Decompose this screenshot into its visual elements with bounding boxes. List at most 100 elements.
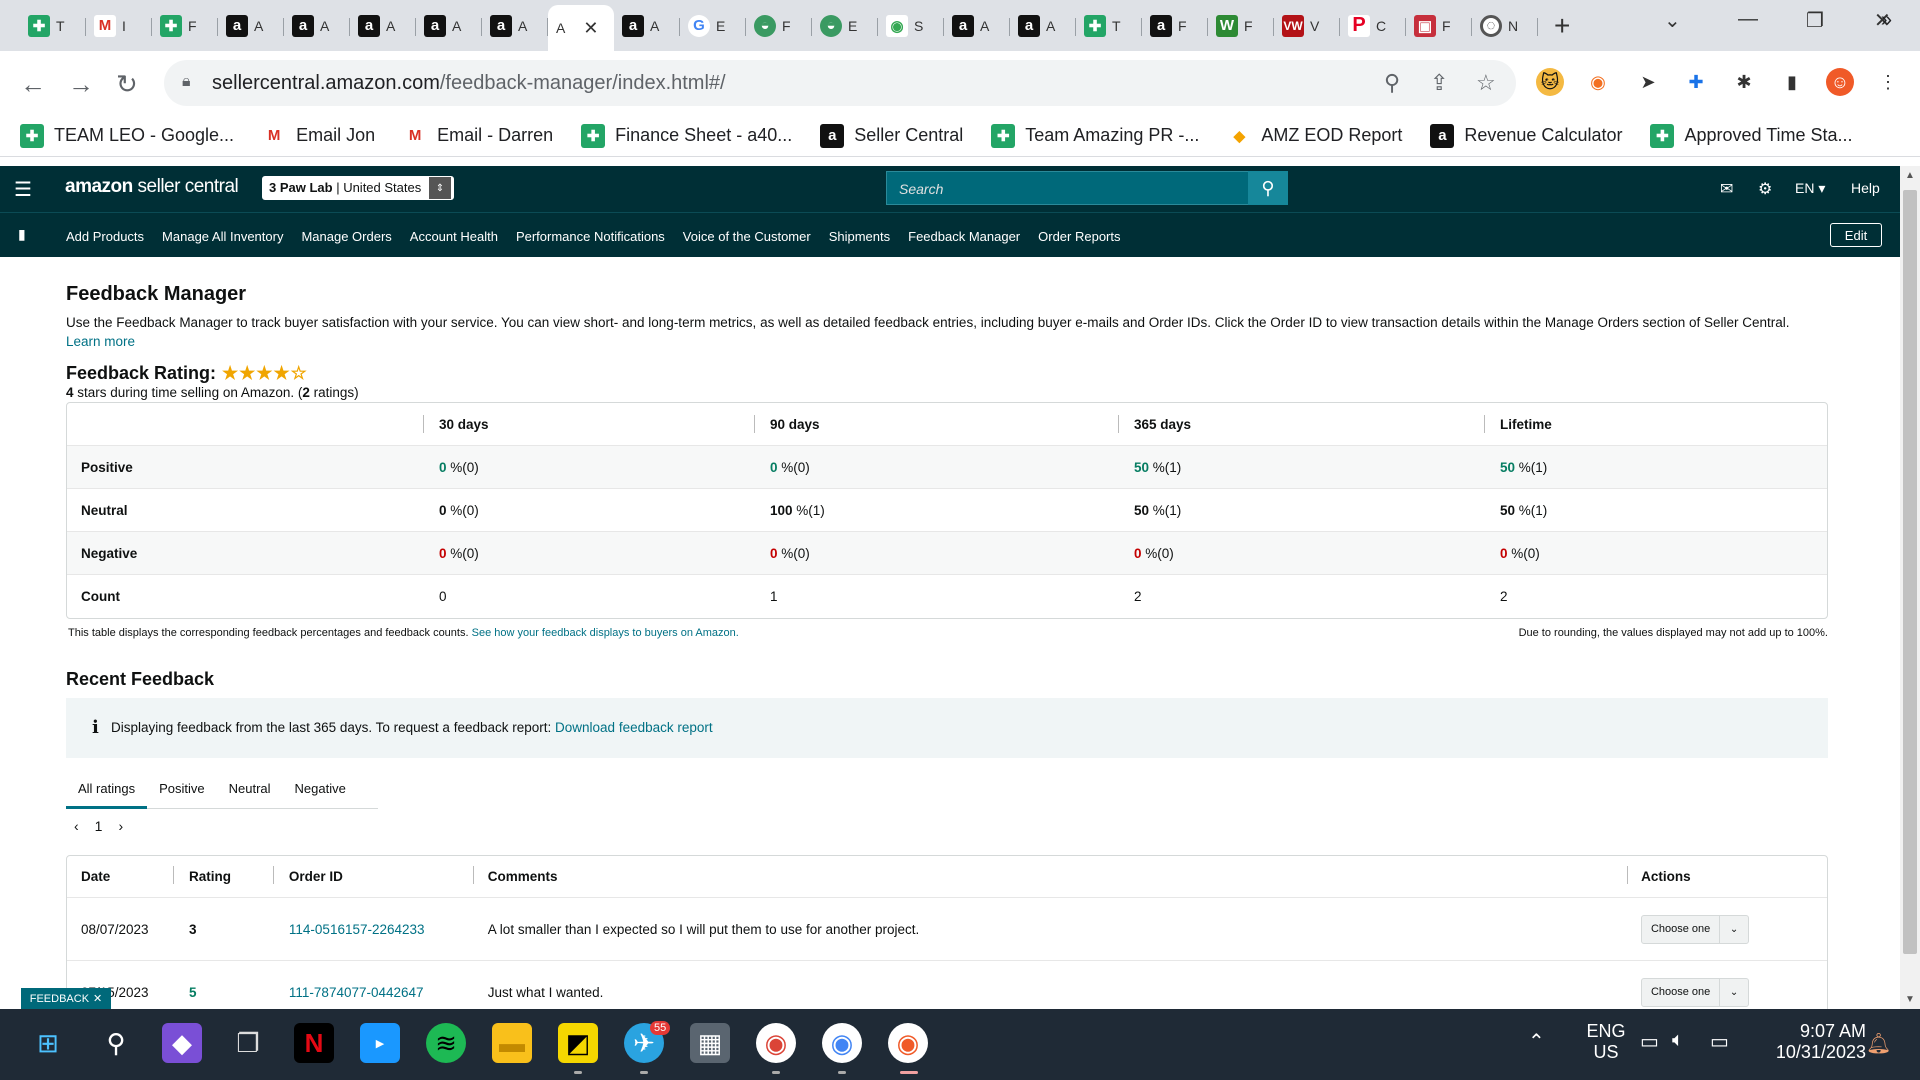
- nav-link-account-health[interactable]: Account Health: [410, 229, 498, 244]
- input-language[interactable]: ENG US: [1576, 1021, 1636, 1063]
- download-report-link[interactable]: Download feedback report: [555, 720, 713, 735]
- browser-tab[interactable]: aA: [614, 6, 680, 46]
- edit-nav-button[interactable]: Edit: [1830, 223, 1882, 247]
- zoom-icon[interactable]: ⚲: [1384, 70, 1400, 96]
- close-icon[interactable]: ✕: [93, 992, 102, 1005]
- scroll-thumb[interactable]: [1903, 190, 1917, 954]
- search-icon[interactable]: ⚲: [96, 1023, 136, 1063]
- nav-link-shipments[interactable]: Shipments: [829, 229, 890, 244]
- netflix-icon[interactable]: N: [294, 1023, 334, 1063]
- browser-tab[interactable]: aA: [944, 6, 1010, 46]
- sticky-notes-icon[interactable]: ◩: [558, 1023, 598, 1063]
- actions-dropdown[interactable]: Choose one ⌄: [1641, 977, 1750, 1007]
- search-input[interactable]: Search: [886, 171, 1250, 205]
- order-id-link[interactable]: 111-7874077-0442647: [289, 985, 424, 1000]
- bookmark-item[interactable]: ✚ Team Amazing PR -...: [991, 123, 1199, 148]
- bookmark-item[interactable]: a Seller Central: [820, 123, 963, 148]
- tab-search-icon[interactable]: ⌄: [1664, 8, 1681, 33]
- browser-tab[interactable]: aA: [350, 6, 416, 46]
- browser-tab[interactable]: VW V: [1274, 6, 1340, 46]
- extension-blue-icon[interactable]: ✚: [1682, 68, 1710, 96]
- browser-tab[interactable]: ✚ T: [1076, 6, 1142, 46]
- browser-tab[interactable]: PC: [1340, 6, 1406, 46]
- browser-tab[interactable]: MI: [86, 6, 152, 46]
- page-scrollbar[interactable]: ▲ ▼: [1900, 166, 1920, 1009]
- bookmark-item[interactable]: ✚ TEAM LEO - Google...: [20, 123, 234, 148]
- browser-tab[interactable]: aA: [482, 6, 548, 46]
- nav-link-manage-orders[interactable]: Manage Orders: [301, 229, 391, 244]
- browser-tab[interactable]: aF: [1142, 6, 1208, 46]
- settings-gear-icon[interactable]: ⚙: [1758, 179, 1772, 199]
- prev-page-icon[interactable]: ‹: [74, 818, 79, 834]
- volume-icon[interactable]: 🔈︎: [1672, 1029, 1684, 1052]
- profile-avatar[interactable]: ☺: [1826, 68, 1854, 96]
- learn-more-link[interactable]: Learn more: [66, 334, 135, 349]
- browser-tab[interactable]: aA: [218, 6, 284, 46]
- actions-dropdown[interactable]: Choose one ⌄: [1641, 914, 1750, 944]
- bookmark-item[interactable]: ◆ AMZ EOD Report: [1227, 123, 1402, 148]
- buyer-display-link[interactable]: See how your feedback displays to buyers…: [472, 627, 739, 639]
- scroll-down-icon[interactable]: ▼: [1905, 994, 1915, 1005]
- restore-icon[interactable]: ❐: [1806, 8, 1824, 33]
- feedback-tab-button[interactable]: FEEDBACK ✕: [21, 988, 111, 1009]
- side-panel-icon[interactable]: ▮: [1778, 68, 1806, 96]
- extension-orange-icon[interactable]: ◉: [1584, 68, 1612, 96]
- file-explorer-icon[interactable]: ▬: [492, 1023, 532, 1063]
- scroll-up-icon[interactable]: ▲: [1905, 170, 1915, 181]
- calculator-icon[interactable]: ▦: [690, 1023, 730, 1063]
- bookmark-item[interactable]: M Email Jon: [262, 123, 375, 148]
- bookmark-item[interactable]: a Revenue Calculator: [1430, 123, 1622, 148]
- browser-tab[interactable]: ▣ F: [1406, 6, 1472, 46]
- mail-icon[interactable]: ✉: [1720, 179, 1733, 199]
- bookmark-icon[interactable]: ▮: [18, 226, 26, 243]
- tab-neutral[interactable]: Neutral: [217, 771, 283, 809]
- reload-icon[interactable]: ↻: [116, 69, 138, 100]
- nav-link-order-reports[interactable]: Order Reports: [1038, 229, 1120, 244]
- language-selector[interactable]: EN ▾: [1795, 180, 1825, 197]
- bookmark-star-icon[interactable]: ☆: [1476, 70, 1496, 96]
- chrome-active-icon[interactable]: ◉: [888, 1023, 928, 1063]
- chrome-icon[interactable]: ◉: [756, 1023, 796, 1063]
- tab-all-ratings[interactable]: All ratings: [66, 771, 148, 809]
- hamburger-menu-icon[interactable]: ☰: [14, 177, 32, 202]
- extension-cursor-icon[interactable]: ➤: [1634, 68, 1662, 96]
- back-icon[interactable]: ←: [20, 69, 46, 100]
- bookmark-item[interactable]: M Email - Darren: [403, 123, 553, 148]
- close-tab-icon[interactable]: ✕: [583, 18, 598, 39]
- browser-tab[interactable]: ✚ T: [20, 6, 86, 46]
- forward-icon[interactable]: →: [68, 69, 94, 100]
- tab-positive[interactable]: Positive: [147, 771, 217, 809]
- menu-kebab-icon[interactable]: ⋮: [1874, 68, 1902, 96]
- browser-tab[interactable]: ✚ F: [152, 6, 218, 46]
- chrome-profile-icon[interactable]: ◉: [822, 1023, 862, 1063]
- nav-link-manage-all-inventory[interactable]: Manage All Inventory: [162, 229, 283, 244]
- search-button[interactable]: ⚲: [1248, 171, 1288, 205]
- seller-central-logo[interactable]: amazon seller central: [65, 176, 239, 198]
- address-bar[interactable]: 🔒︎ sellercentral.amazon.com/feedback-man…: [164, 60, 1516, 106]
- notification-bell-icon[interactable]: 🔔︎: [1866, 1031, 1891, 1056]
- active-browser-tab[interactable]: A ✕: [548, 5, 614, 51]
- browser-tab[interactable]: ◒ E: [812, 6, 878, 46]
- store-selector[interactable]: 3 Paw Lab | United States ⇕: [262, 176, 454, 200]
- battery-icon[interactable]: ▭: [1710, 1029, 1729, 1054]
- browser-tab[interactable]: aA: [1010, 6, 1076, 46]
- nav-link-feedback-manager[interactable]: Feedback Manager: [908, 229, 1020, 244]
- nav-link-performance-notifications[interactable]: Performance Notifications: [516, 229, 665, 244]
- spotify-icon[interactable]: ≋: [426, 1023, 466, 1063]
- new-tab-icon[interactable]: +: [1554, 10, 1570, 42]
- browser-tab[interactable]: ◌ N: [1472, 6, 1538, 46]
- browser-tab[interactable]: ◉ S: [878, 6, 944, 46]
- browser-tab[interactable]: GE: [680, 6, 746, 46]
- tray-chevron-icon[interactable]: ⌃: [1528, 1029, 1545, 1054]
- tab-negative[interactable]: Negative: [283, 771, 358, 809]
- bookmark-item[interactable]: ✚ Finance Sheet - a40...: [581, 123, 792, 148]
- copilot-icon[interactable]: ◆: [162, 1023, 202, 1063]
- order-id-link[interactable]: 114-0516157-2264233: [289, 922, 425, 937]
- extension-cat-icon[interactable]: 🐱︎: [1536, 68, 1564, 96]
- prime-video-icon[interactable]: ▶: [360, 1023, 400, 1063]
- browser-tab[interactable]: aA: [416, 6, 482, 46]
- windows-start-icon[interactable]: ⊞: [28, 1023, 68, 1063]
- minimize-icon[interactable]: —: [1738, 8, 1758, 31]
- bookmark-item[interactable]: ✚ Approved Time Sta...: [1650, 123, 1853, 148]
- nav-link-add-products[interactable]: Add Products: [66, 229, 144, 244]
